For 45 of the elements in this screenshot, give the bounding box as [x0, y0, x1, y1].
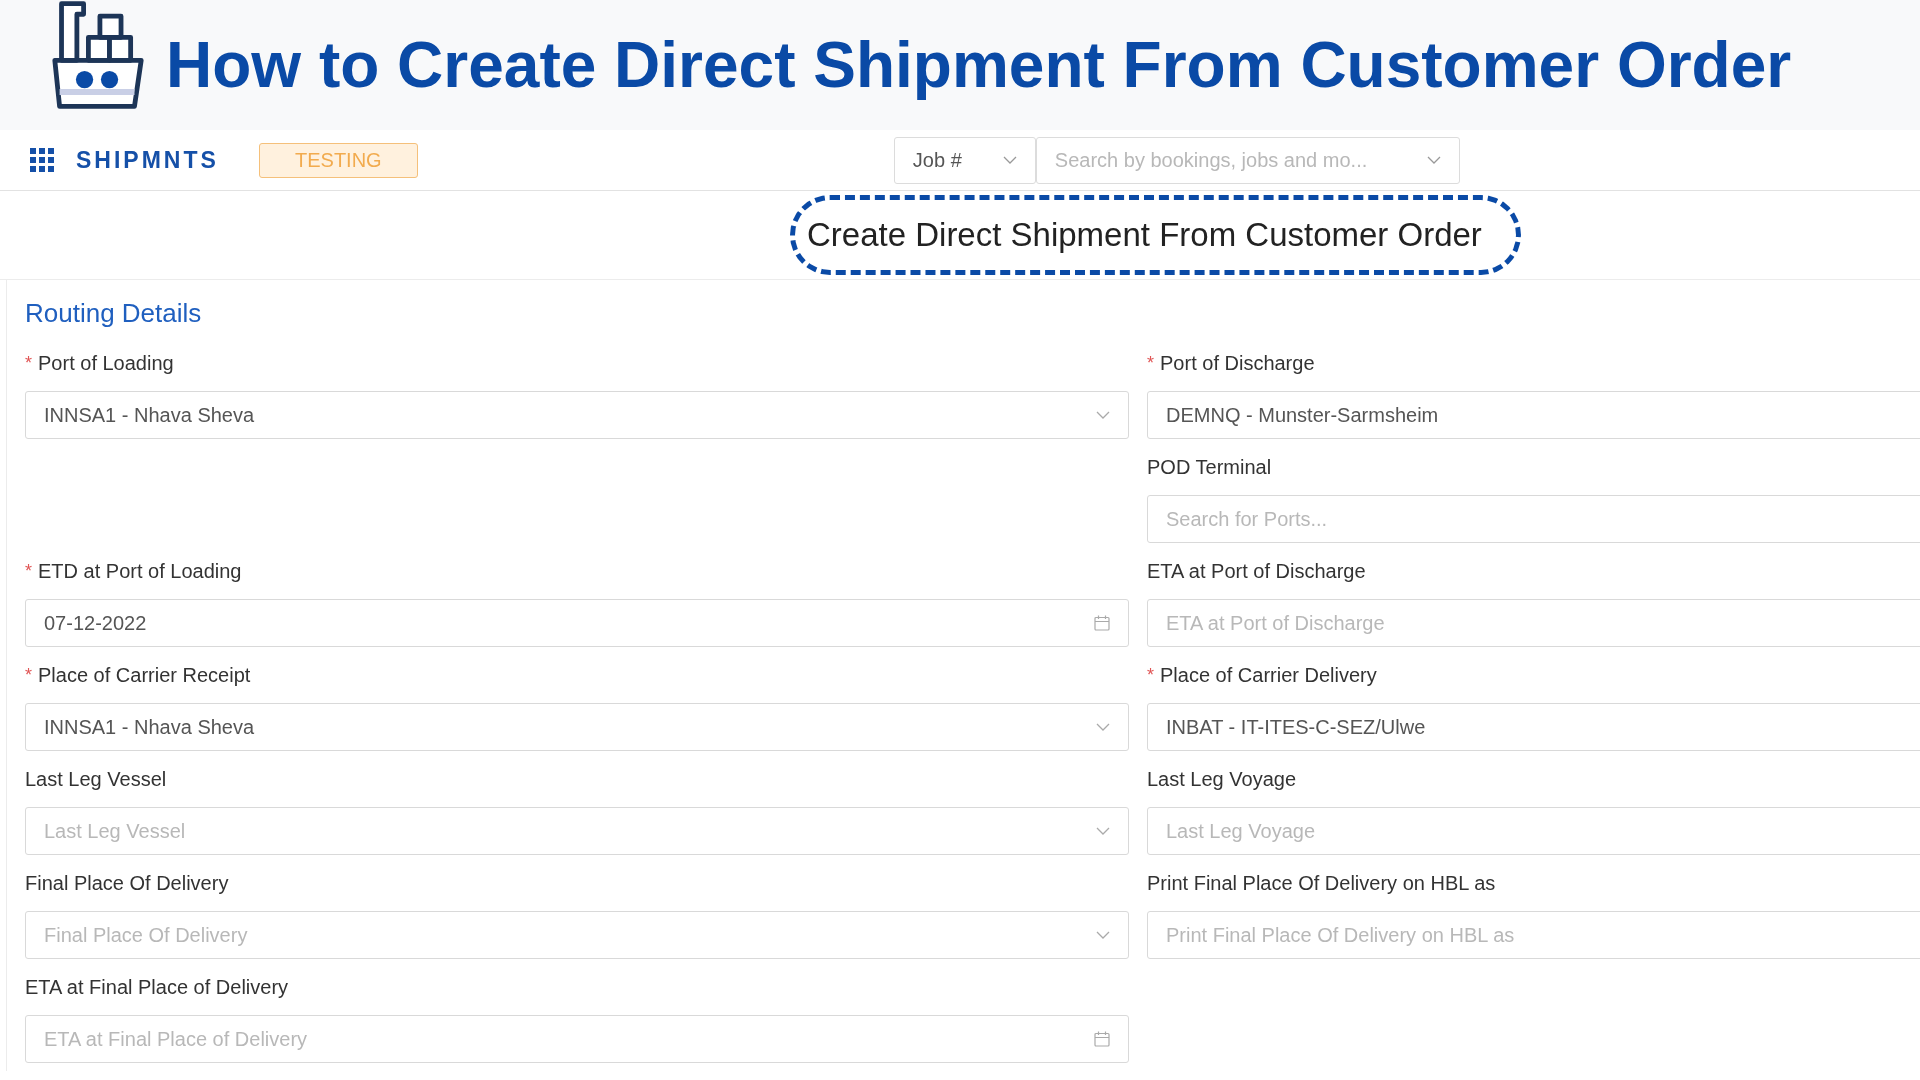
field-label: Port of Loading [38, 351, 174, 375]
field-label: ETD at Port of Loading [38, 559, 242, 583]
date-field[interactable]: ETA at Final Place of Delivery [25, 1015, 1129, 1063]
field-label: ETA at Final Place of Delivery [25, 975, 289, 999]
section-title: Routing Details [25, 298, 203, 330]
date-field[interactable]: 07-12-2022 [25, 599, 1129, 647]
select-field[interactable]: INNSA1 - Nhava Sheva [25, 391, 1129, 439]
chevron-down-icon [1096, 827, 1110, 835]
field-label: Place of Carrier Receipt [38, 663, 251, 687]
input-field[interactable]: Search for Ports... [1147, 495, 1920, 543]
field-label: Last Leg Vessel [25, 767, 167, 791]
input-field[interactable]: ETA at Port of Discharge [1147, 599, 1920, 647]
calendar-icon [1094, 1031, 1110, 1047]
select-field[interactable]: Last Leg Vessel [25, 807, 1129, 855]
banner-title: How to Create Direct Shipment From Customer Order [166, 28, 1792, 102]
field-label: Port of Discharge [1160, 351, 1315, 375]
field-label: Last Leg Voyage [1147, 767, 1296, 791]
required-mark: * [25, 352, 32, 374]
chevron-down-icon [1096, 411, 1110, 419]
chevron-down-icon [1096, 723, 1110, 731]
brand-name[interactable]: SHIPMNTS [76, 146, 219, 174]
input-field[interactable]: INBAT - IT-ITES-C-SEZ/Ulwe [1147, 703, 1920, 751]
field-label: Final Place Of Delivery [25, 871, 229, 895]
input-field[interactable]: DEMNQ - Munster-Sarmsheim [1147, 391, 1920, 439]
chevron-down-icon [1096, 931, 1110, 939]
select-field[interactable]: Final Place Of Delivery [25, 911, 1129, 959]
chevron-down-icon [1426, 156, 1441, 164]
field-label: ETA at Port of Discharge [1147, 559, 1366, 583]
field-label: POD Terminal [1147, 455, 1272, 479]
chevron-down-icon [1002, 156, 1017, 164]
field-label: Place of Carrier Delivery [1160, 663, 1377, 687]
field-label: Print Final Place Of Delivery on HBL as [1147, 871, 1496, 895]
required-mark: * [25, 560, 32, 582]
calendar-icon [1094, 615, 1110, 631]
required-mark: * [1147, 352, 1154, 374]
required-mark: * [1147, 664, 1154, 686]
environment-badge: TESTING [258, 142, 418, 178]
input-field[interactable]: Print Final Place Of Delivery on HBL as [1147, 911, 1920, 959]
apps-grid-icon[interactable] [30, 148, 54, 172]
search-type-dropdown[interactable]: Job # [893, 136, 1036, 184]
required-mark: * [25, 664, 32, 686]
search-field[interactable]: Search by bookings, jobs and mo... [1035, 136, 1460, 184]
input-field[interactable]: Last Leg Voyage [1147, 807, 1920, 855]
select-field[interactable]: INNSA1 - Nhava Sheva [25, 703, 1129, 751]
page-title: Create Direct Shipment From Customer Order [790, 195, 1521, 275]
